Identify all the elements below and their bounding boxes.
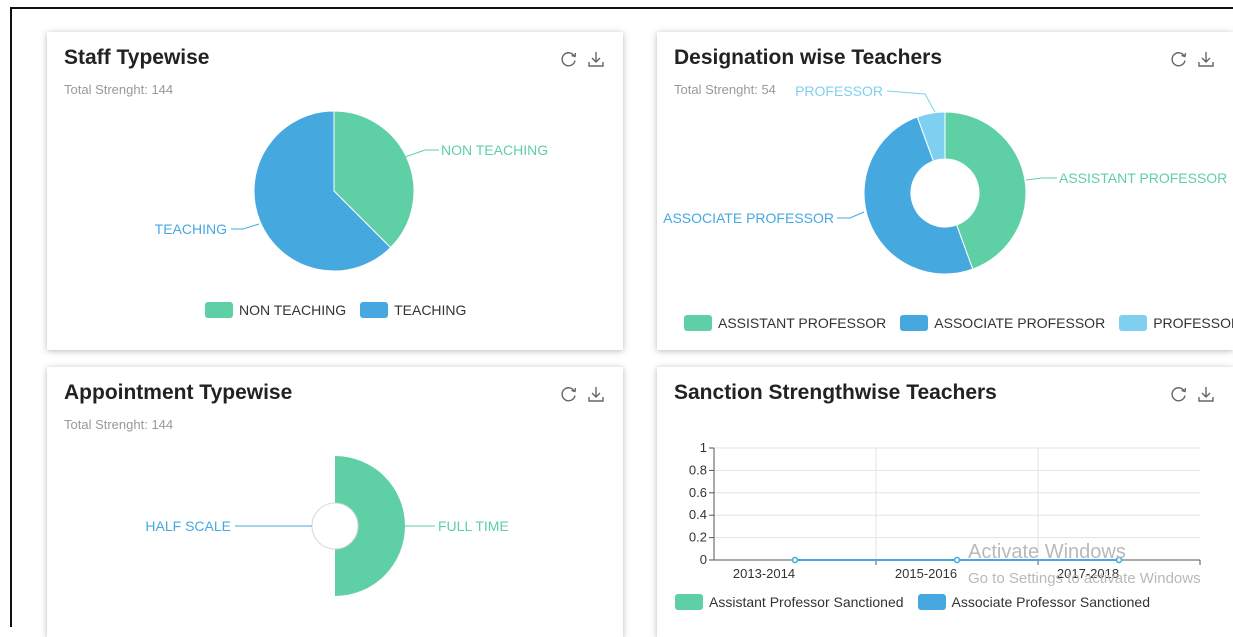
staff-typewise-card: Staff Typewise Total Strenght: 144 NON T…: [47, 32, 623, 350]
activate-windows-hint: Go to Settings to activate Windows: [968, 570, 1201, 587]
label-leader-line: [231, 223, 260, 230]
legend-swatch: [1119, 315, 1148, 331]
slice-label-non-teaching: NON TEACHING: [441, 142, 548, 158]
designation-donut-chart: ASSISTANT PROFESSOR ASSOCIATE PROFESSOR PR…: [663, 83, 1227, 275]
label-leader-line: [404, 149, 439, 158]
y-tick-label: 0.2: [689, 530, 707, 545]
legend-swatch: [360, 302, 389, 318]
legend-label: PROFESSOR: [1153, 315, 1233, 331]
legend-item-assistant-professor[interactable]: ASSISTANT PROFESSOR: [684, 315, 886, 331]
legend-item-assistant-professor-sanctioned[interactable]: Assistant Professor Sanctioned: [675, 594, 904, 610]
x-tick-label: 2013-2014: [733, 566, 795, 581]
donut-hole: [311, 502, 359, 550]
designation-wise-teachers-card: Designation wise Teachers Total Strenght…: [657, 32, 1233, 350]
legend-label: Assistant Professor Sanctioned: [709, 594, 904, 610]
y-tick-label: 1: [700, 440, 707, 455]
legend-label: NON TEACHING: [239, 302, 347, 318]
legend-label: ASSISTANT PROFESSOR: [718, 315, 887, 331]
legend-swatch: [684, 315, 712, 331]
y-tick-label: 0.8: [689, 462, 707, 477]
legend-swatch: [205, 302, 233, 318]
pie-slice-full-time: [335, 456, 405, 596]
legend-label: Associate Professor Sanctioned: [951, 594, 1150, 610]
legend-item-associate-professor[interactable]: ASSOCIATE PROFESSOR: [900, 315, 1105, 331]
legend-item-associate-professor-sanctioned[interactable]: Associate Professor Sanctioned: [917, 594, 1150, 610]
legend-swatch: [675, 594, 703, 610]
slice-label-teaching: TEACHING: [155, 221, 227, 237]
legend-label: TEACHING: [394, 302, 467, 318]
slice-label-full-time: FULL TIME: [438, 518, 509, 534]
label-leader-line: [837, 211, 865, 219]
legend-item-teaching[interactable]: TEACHING: [360, 302, 466, 318]
slice-label-half-scale: HALF SCALE: [145, 518, 231, 534]
slice-label-professor: PROFESSOR: [795, 83, 883, 99]
donut-hole: [911, 159, 979, 227]
y-tick-label: 0.6: [689, 485, 707, 500]
x-tick-label: 2015-2016: [895, 566, 957, 581]
activate-windows-watermark: Activate Windows: [968, 541, 1126, 563]
data-point-associate-professor-sanctioned: [953, 556, 961, 564]
appointment-typewise-card: Appointment Typewise Total Strenght: 144…: [47, 367, 623, 637]
label-leader-line: [1025, 177, 1057, 181]
sanction-strengthwise-card: Sanction Strengthwise Teachers 0 0.2 0.4 0.…: [657, 367, 1233, 637]
legend-swatch: [900, 315, 929, 331]
slice-label-associate-professor: ASSOCIATE PROFESSOR: [663, 210, 834, 226]
chart-legend: Assistant Professor Sanctioned Associate …: [675, 594, 1150, 610]
chart-legend: NON TEACHING TEACHING: [205, 302, 466, 318]
y-tick-label: 0: [700, 552, 707, 567]
slice-label-assistant-professor: ASSISTANT PROFESSOR: [1059, 170, 1227, 186]
legend-swatch: [917, 594, 946, 610]
y-tick-label: 0.4: [689, 507, 707, 522]
data-point-associate-professor-sanctioned: [791, 556, 799, 564]
chart-legend: ASSISTANT PROFESSOR ASSOCIATE PROFESSOR PR…: [684, 315, 1233, 331]
label-leader-line: [886, 90, 936, 113]
appointment-donut-chart: FULL TIME HALF SCALE: [145, 456, 509, 596]
legend-label: ASSOCIATE PROFESSOR: [934, 315, 1106, 331]
legend-item-non-teaching[interactable]: NON TEACHING: [205, 302, 346, 318]
legend-item-professor[interactable]: PROFESSOR: [1119, 315, 1233, 331]
